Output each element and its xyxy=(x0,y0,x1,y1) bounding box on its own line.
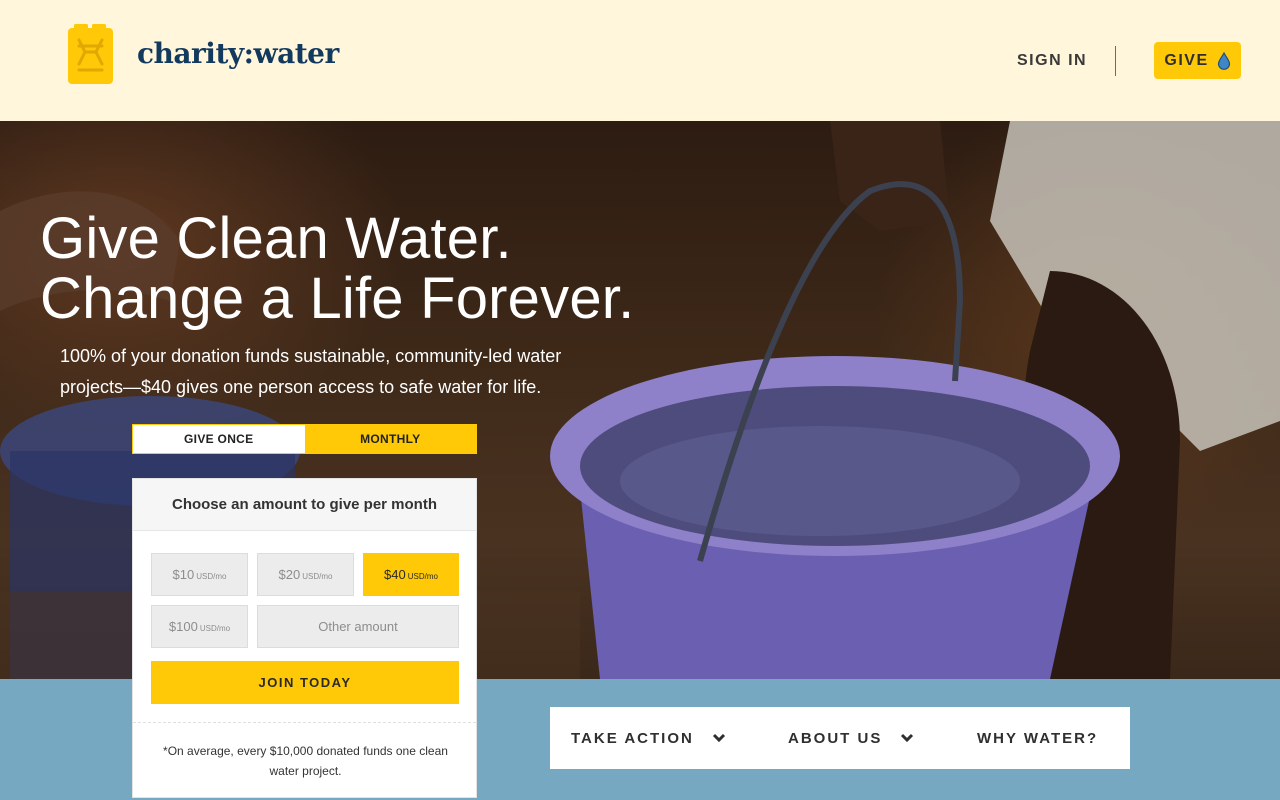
jerrycan-logo-icon[interactable] xyxy=(68,24,113,84)
other-amount-placeholder: Other amount xyxy=(318,619,398,634)
water-drop-icon xyxy=(1217,51,1230,70)
tab-monthly[interactable]: MONTHLY xyxy=(304,425,476,453)
nav-about-us-label: ABOUT US xyxy=(788,729,883,747)
donation-card-heading: Choose an amount to give per month xyxy=(133,479,476,531)
give-button-label: GIVE xyxy=(1164,51,1209,69)
give-button[interactable]: GIVE xyxy=(1154,42,1241,79)
amount-value: $20 xyxy=(278,567,301,582)
headline-line-1: Give Clean Water. xyxy=(40,206,512,271)
header-divider xyxy=(1115,46,1116,76)
nav-why-water-label: WHY WATER? xyxy=(977,729,1099,747)
amount-value: $100 xyxy=(168,619,198,634)
chevron-down-icon xyxy=(712,733,725,743)
amount-value: $10 xyxy=(172,567,195,582)
site-header: charity:water SIGN IN GIVE xyxy=(0,0,1280,121)
tab-give-once[interactable]: GIVE ONCE xyxy=(133,425,305,453)
amount-value: $40 xyxy=(384,567,406,582)
other-amount-input[interactable]: Other amount xyxy=(257,605,459,648)
secondary-nav: TAKE ACTION ABOUT US WHY WATER? xyxy=(550,707,1130,769)
sign-in-link[interactable]: SIGN IN xyxy=(1017,52,1087,70)
hero-headline: Give Clean Water. Change a Life Forever. xyxy=(40,209,634,329)
nav-take-action-label: TAKE ACTION xyxy=(571,729,694,747)
nav-why-water[interactable]: WHY WATER? xyxy=(977,707,1098,769)
donation-note: *On average, every $10,000 donated funds… xyxy=(163,744,448,778)
join-today-button[interactable]: JOIN TODAY xyxy=(151,661,459,704)
frequency-tabs: GIVE ONCE MONTHLY xyxy=(132,424,477,454)
donation-card: Choose an amount to give per month $10 U… xyxy=(132,478,477,798)
amount-unit: USD/mo xyxy=(199,623,231,633)
nav-about-us[interactable]: ABOUT US xyxy=(788,707,914,769)
amount-unit: USD/mo xyxy=(407,571,438,581)
chevron-down-icon xyxy=(901,733,914,743)
nav-take-action[interactable]: TAKE ACTION xyxy=(571,707,726,769)
hero-subtext: 100% of your donation funds sustainable,… xyxy=(60,346,562,397)
amount-unit: USD/mo xyxy=(196,571,227,581)
card-divider xyxy=(133,722,476,723)
amount-option-40[interactable]: $40 USD/mo xyxy=(363,553,459,596)
amount-option-10[interactable]: $10 USD/mo xyxy=(151,553,248,596)
amount-option-20[interactable]: $20 USD/mo xyxy=(257,553,354,596)
amount-option-100[interactable]: $100 USD/mo xyxy=(151,605,248,648)
amount-unit: USD/mo xyxy=(302,571,333,581)
brand-wordmark[interactable]: charity:water xyxy=(137,37,339,70)
headline-line-2: Change a Life Forever. xyxy=(40,266,635,331)
